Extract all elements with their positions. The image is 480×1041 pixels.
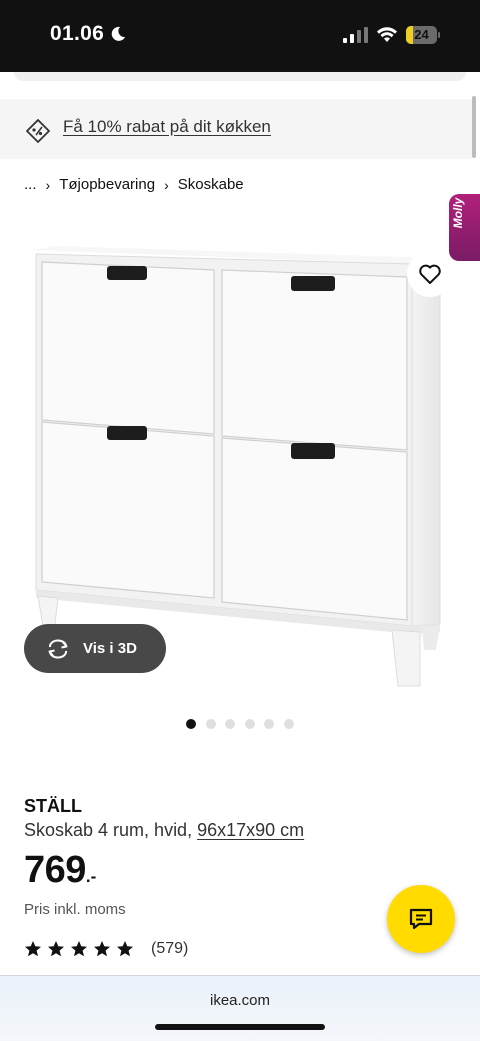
battery-icon: 24 xyxy=(406,26,440,44)
chat-button[interactable] xyxy=(387,885,455,953)
gallery-dot[interactable] xyxy=(186,719,196,729)
gallery-dot[interactable] xyxy=(264,719,275,729)
wifi-icon xyxy=(377,27,397,42)
wishlist-button[interactable] xyxy=(407,251,453,297)
product-name: STÄLL xyxy=(24,796,82,816)
star-icon xyxy=(94,941,110,957)
view-in-3d-label: Vis i 3D xyxy=(83,640,137,657)
star-icon xyxy=(48,941,64,957)
scrollbar[interactable] xyxy=(472,96,476,158)
breadcrumb-item-shoe-cabinets[interactable]: Skoskabe xyxy=(178,176,244,193)
home-indicator[interactable] xyxy=(155,1024,325,1030)
gallery-dot[interactable] xyxy=(205,719,216,729)
chevron-right-icon: › xyxy=(45,176,51,193)
battery-percentage: 24 xyxy=(414,27,429,42)
chat-icon xyxy=(409,908,433,930)
price-amount: 769 xyxy=(24,849,86,891)
rotate-3d-icon xyxy=(48,639,68,659)
breadcrumb: ... › Tøjopbevaring › Skoskabe xyxy=(24,176,244,193)
star-icon xyxy=(117,941,133,957)
url-field[interactable]: ikea.com xyxy=(0,992,480,1009)
gallery-dot[interactable] xyxy=(225,719,236,729)
gallery-pagination xyxy=(186,719,304,729)
breadcrumb-item-clothing-storage[interactable]: Tøjopbevaring xyxy=(59,176,155,193)
heart-icon xyxy=(419,264,441,284)
product-measurement-link[interactable]: 96x17x90 cm xyxy=(197,820,304,840)
tag-icon xyxy=(26,119,50,143)
chevron-right-icon: › xyxy=(164,176,169,193)
price-suffix: .- xyxy=(85,867,97,886)
gallery-dot[interactable] xyxy=(244,719,255,729)
status-time: 01.06 xyxy=(50,22,105,45)
review-count: (579) xyxy=(151,940,189,957)
moon-icon xyxy=(111,26,125,41)
signal-icon xyxy=(343,27,368,43)
product-description: Skoskab 4 rum, hvid, 96x17x90 cm xyxy=(24,820,304,841)
product-rating[interactable]: (579) xyxy=(24,940,188,958)
status-bar: 01.06 24 xyxy=(0,0,480,72)
view-in-3d-button[interactable]: Vis i 3D xyxy=(24,624,166,673)
gallery-dot[interactable] xyxy=(283,719,294,729)
product-type: Skoskab 4 rum, hvid, xyxy=(24,820,198,840)
promo-link[interactable]: Få 10% rabat på dit køkken xyxy=(63,117,271,137)
price-note: Pris inkl. moms xyxy=(24,901,126,918)
star-icon xyxy=(71,941,87,957)
search-bar-edge[interactable] xyxy=(14,72,466,81)
product-price: 769.- xyxy=(24,849,96,892)
breadcrumb-item-ellipsis[interactable]: ... xyxy=(24,176,37,193)
star-icon xyxy=(25,941,41,957)
